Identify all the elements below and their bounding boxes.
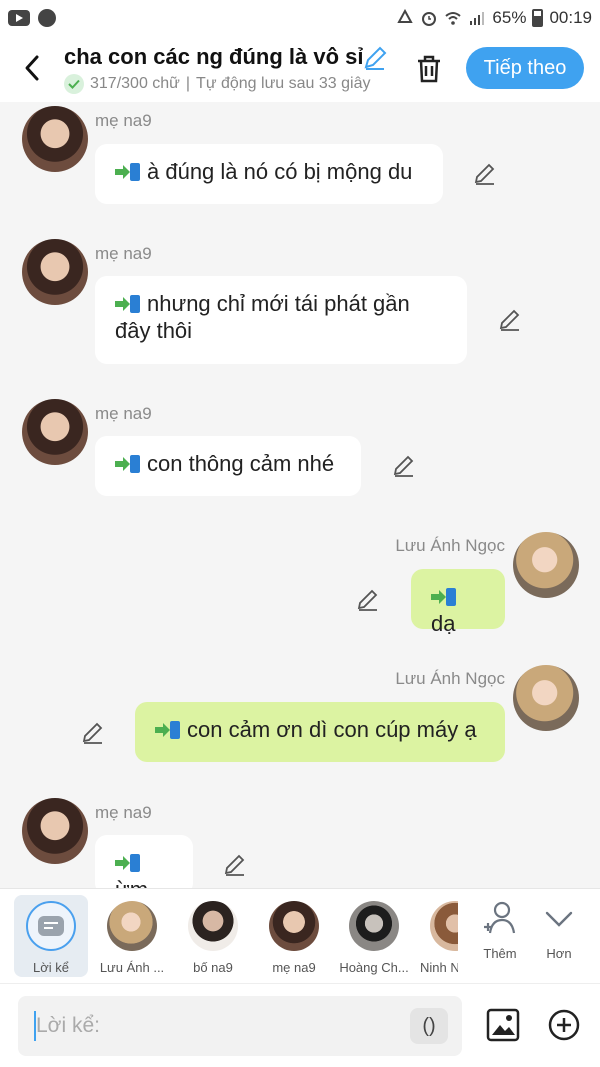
phone-call-icon xyxy=(431,588,457,606)
narration-input-box[interactable]: () xyxy=(18,996,462,1056)
avatar xyxy=(269,901,319,951)
message-text: con thông cảm nhé xyxy=(147,451,335,476)
signal-icon xyxy=(470,12,485,25)
character-ninh[interactable]: Ninh N xyxy=(418,895,458,977)
narration-icon xyxy=(26,901,76,951)
add-person-icon xyxy=(484,901,516,934)
parenthesis-button[interactable]: () xyxy=(410,1008,448,1044)
trash-icon xyxy=(418,55,440,83)
youtube-icon xyxy=(8,10,30,26)
edit-message-icon[interactable] xyxy=(80,720,106,746)
add-icon[interactable] xyxy=(547,1008,581,1042)
message-text: nhưng chỉ mới tái phát gần đây thôi xyxy=(115,291,410,343)
sender-name: mẹ na9 xyxy=(95,404,152,423)
character-label: Lưu Ánh ... xyxy=(99,960,165,975)
edit-message-icon[interactable] xyxy=(497,307,523,333)
avatar[interactable] xyxy=(22,239,88,305)
edit-message-icon[interactable] xyxy=(472,161,498,187)
delete-button[interactable] xyxy=(410,50,448,88)
autosave-status: Tự động lưu sau 33 giây xyxy=(196,75,371,92)
more-button[interactable]: Hơn xyxy=(530,899,588,961)
add-label: Thêm xyxy=(483,946,517,961)
avatar xyxy=(107,901,157,951)
character-selector: Lời kể Lưu Ánh ... bố na9 mẹ na9 Hoàng C… xyxy=(0,888,600,983)
character-luu-anh-ngoc[interactable]: Lưu Ánh ... xyxy=(95,895,169,977)
message-bubble[interactable]: ừm xyxy=(95,835,193,888)
composer: () xyxy=(0,983,600,1067)
message-bubble[interactable]: con thông cảm nhé xyxy=(95,436,361,496)
phone-call-icon xyxy=(115,854,141,872)
battery-icon xyxy=(532,9,544,27)
message-bubble[interactable]: nhưng chỉ mới tái phát gần đây thôi xyxy=(95,276,467,364)
story-meta: 317/300 chữ | Tự động lưu sau 33 giây xyxy=(64,74,390,94)
sender-name: mẹ na9 xyxy=(95,111,152,130)
back-arrow-icon xyxy=(25,55,39,81)
avatar[interactable] xyxy=(513,532,579,598)
character-bo-na9[interactable]: bố na9 xyxy=(176,895,250,977)
character-me-na9[interactable]: mẹ na9 xyxy=(257,895,331,977)
editor-header: cha con các ng đúng là vô sỉ 317/300 chữ… xyxy=(0,36,600,102)
phone-call-icon xyxy=(115,455,141,473)
character-label: Ninh N xyxy=(420,960,458,975)
edit-message-icon[interactable] xyxy=(391,453,417,479)
character-label: Hoàng Ch... xyxy=(339,960,409,975)
character-narration[interactable]: Lời kể xyxy=(14,895,88,977)
more-label: Hơn xyxy=(546,946,572,961)
avatar[interactable] xyxy=(513,665,579,731)
add-character-button[interactable]: Thêm xyxy=(471,899,529,961)
wifi-icon xyxy=(445,12,462,25)
sender-name: mẹ na9 xyxy=(95,803,152,822)
image-icon[interactable] xyxy=(486,1008,520,1042)
avatar[interactable] xyxy=(22,798,88,864)
status-bar: 65% 00:19 xyxy=(0,0,600,36)
message-bubble[interactable]: à đúng là nó có bị mộng du xyxy=(95,144,443,204)
avatar[interactable] xyxy=(22,106,88,172)
message-bubble[interactable]: dạ xyxy=(411,569,505,636)
message-text: ừm xyxy=(115,877,148,888)
message-text: con cảm ơn dì con cúp máy ạ xyxy=(187,717,477,742)
avatar xyxy=(430,901,458,951)
globe-icon xyxy=(38,9,56,27)
next-button[interactable]: Tiếp theo xyxy=(466,47,584,89)
avatar[interactable] xyxy=(22,399,88,465)
meta-separator: | xyxy=(185,75,191,92)
character-label: bố na9 xyxy=(193,960,233,975)
message-text: dạ xyxy=(431,611,456,636)
chevron-down-icon xyxy=(545,911,573,927)
recycle-icon xyxy=(397,9,414,23)
avatar xyxy=(188,901,238,951)
edit-message-icon[interactable] xyxy=(355,587,381,613)
narration-input[interactable] xyxy=(36,1014,396,1038)
edit-message-icon[interactable] xyxy=(222,852,248,878)
back-button[interactable] xyxy=(14,50,50,86)
alarm-icon xyxy=(422,12,437,26)
character-label: mẹ na9 xyxy=(272,960,316,975)
sender-name: Lưu Ánh Ngọc xyxy=(395,536,505,555)
sender-name: mẹ na9 xyxy=(95,244,152,263)
check-icon xyxy=(64,74,84,94)
character-label: Lời kể xyxy=(33,960,69,975)
sender-name: Lưu Ánh Ngọc xyxy=(395,669,505,688)
avatar xyxy=(349,901,399,951)
edit-title-icon[interactable] xyxy=(362,45,388,71)
story-title[interactable]: cha con các ng đúng là vô sỉ xyxy=(64,44,394,70)
clock: 00:19 xyxy=(549,8,592,27)
character-hoang[interactable]: Hoàng Ch... xyxy=(337,895,411,977)
message-text: à đúng là nó có bị mộng du xyxy=(147,159,413,184)
battery-percent: 65% xyxy=(492,8,527,27)
phone-call-icon xyxy=(115,163,141,181)
phone-call-icon xyxy=(155,721,181,739)
message-bubble[interactable]: con cảm ơn dì con cúp máy ạ xyxy=(135,702,505,762)
phone-call-icon xyxy=(115,295,141,313)
chat-area[interactable]: mẹ na9 à đúng là nó có bị mộng du mẹ na9… xyxy=(0,102,600,888)
word-count: 317/300 chữ xyxy=(90,75,180,92)
